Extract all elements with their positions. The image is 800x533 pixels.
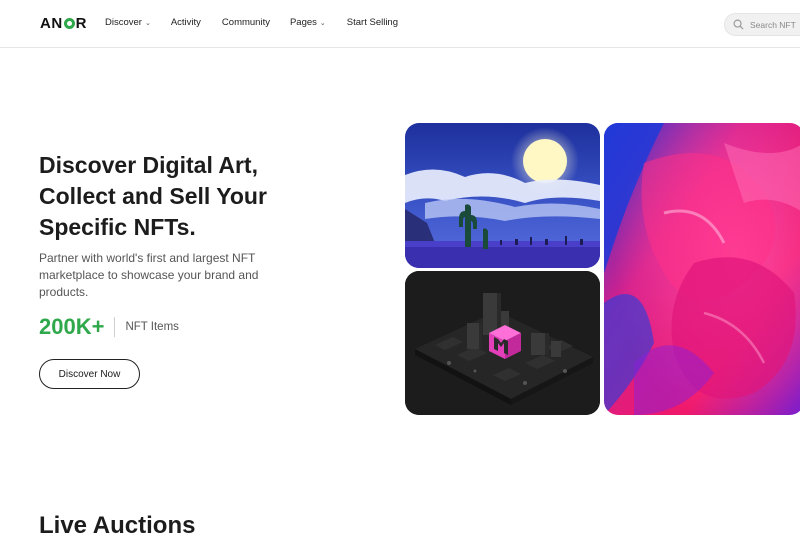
stat-value: 200K+ (39, 314, 105, 339)
nft-stats: 200K+ NFT Items (39, 314, 179, 340)
main-nav: Discover ⌄ Activity Community Pages ⌄ St… (105, 17, 398, 28)
art-card-abstract-pink[interactable] (604, 123, 800, 415)
abstract-pink-artwork (604, 123, 800, 415)
page: AN R Discover ⌄ Activity Community Pages … (0, 0, 800, 533)
chevron-down-icon: ⌄ (144, 19, 151, 27)
art-card-isometric-city[interactable] (405, 271, 600, 415)
art-card-desert-moon[interactable] (405, 123, 600, 268)
logo-letter-r: R (75, 15, 88, 32)
discover-now-button[interactable]: Discover Now (39, 359, 140, 389)
top-navbar: AN R Discover ⌄ Activity Community Pages … (0, 0, 800, 48)
hero-title: Discover Digital Art, Collect and Sell Y… (39, 150, 299, 243)
nav-pages[interactable]: Pages ⌄ (290, 17, 326, 28)
hero-title-line: Specific NFTs. (39, 214, 196, 240)
hero-subtitle: Partner with world's first and largest N… (39, 251, 259, 299)
chevron-down-icon: ⌄ (319, 19, 326, 27)
nav-start-selling[interactable]: Start Selling (347, 17, 398, 28)
nav-community-label: Community (221, 17, 270, 28)
search-input[interactable] (750, 19, 800, 30)
nav-activity-label: Activity (170, 17, 201, 28)
nav-discover[interactable]: Discover ⌄ (105, 17, 151, 28)
logo-letters-an: AN (40, 15, 63, 32)
brand-logo[interactable]: AN R (40, 15, 87, 32)
nav-pages-label: Pages (289, 17, 317, 28)
nav-start-selling-label: Start Selling (346, 17, 399, 28)
live-auctions-heading: Live Auctions (39, 512, 196, 533)
hero-title-line: Discover Digital Art, (39, 152, 258, 178)
desert-moon-artwork (405, 123, 600, 268)
stat-label: NFT Items (125, 321, 179, 333)
logo-ring (63, 18, 75, 29)
search-box[interactable] (724, 13, 800, 36)
search-icon (733, 19, 744, 30)
nav-community[interactable]: Community (222, 17, 270, 28)
nav-activity[interactable]: Activity (171, 17, 201, 28)
nav-discover-label: Discover (105, 17, 142, 28)
isometric-city-artwork (405, 271, 600, 415)
hero-title-line: Collect and Sell Your (39, 183, 267, 209)
stat-divider (114, 317, 116, 337)
